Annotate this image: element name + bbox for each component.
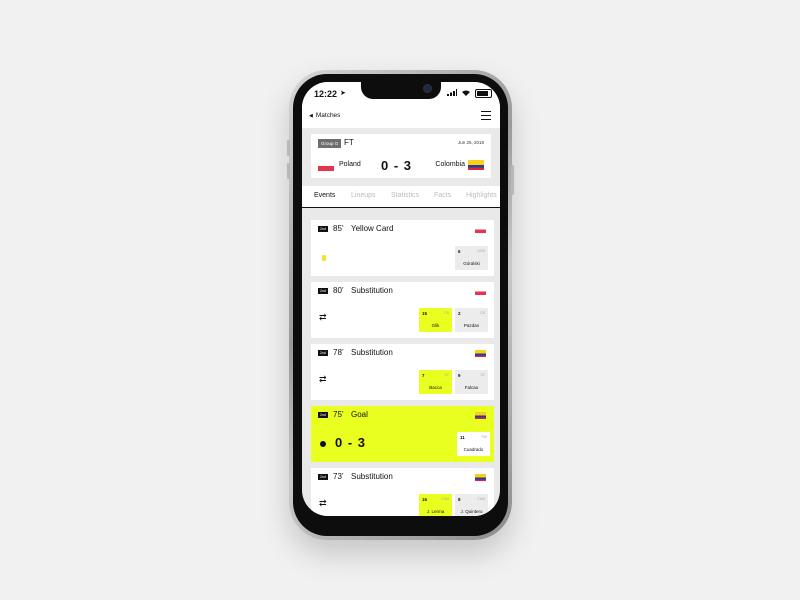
status-icons [447,89,492,98]
player-number: 11 [460,435,465,440]
player-number: 16 [422,497,428,502]
signal-icon [447,89,458,98]
home-team-name: Poland [339,161,361,168]
player-name: Falcao [464,385,479,390]
player-card-out[interactable]: 7 ST Bacca [419,370,452,394]
player-card[interactable]: 6 CDM Góralski [455,246,488,270]
match-header-card: Group G FT Jun 25, 2018 Poland 0 - 3 Col… [311,134,491,178]
player-position: CB [444,311,449,315]
away-team-name: Colombia [435,161,465,168]
half-badge: 2nd [318,350,328,356]
player-name: J. Quintero [460,509,483,514]
player-card-in[interactable]: 9 ST Falcao [455,370,488,394]
chevron-left-icon: ◀ [309,112,313,119]
volume-button [287,140,290,156]
event-type: Substitution [351,286,393,295]
colombia-flag-icon [468,160,484,170]
player-position: CAM [477,497,485,501]
half-badge: 2nd [318,412,328,418]
volume-button [287,163,290,179]
hamburger-menu-icon[interactable] [481,111,491,120]
player-card-in[interactable]: 8 CAM J. Quintero [455,494,488,516]
group-badge: Group G [318,139,342,148]
event-card-substitution[interactable]: 2nd 78’ Substitution ⇄ 7 ST Bacca 9 ST F… [311,344,494,400]
wifi-icon [461,89,471,98]
event-card-substitution[interactable]: 2nd 73’ Substitution ⇄ 16 CDM J. Lerma 8… [311,468,494,516]
player-name: Pazdan [463,323,480,328]
player-name: J. Lerma [426,509,445,514]
event-type: Substitution [351,348,393,357]
tab-bar: Events Lineups Statistics Facts Highligh… [302,186,500,208]
player-number: 9 [458,373,461,378]
substitution-icon: ⇄ [319,312,327,322]
event-minute: 85’ [333,224,344,233]
player-position: CB [480,311,485,315]
player-number: 8 [458,497,461,502]
player-number: 7 [422,373,425,378]
tab-events[interactable]: Events [314,192,335,199]
player-number: 6 [458,249,461,254]
event-card-goal[interactable]: 2nd 75’ Goal 0 - 3 11 RM Cuadrado [311,406,494,462]
battery-icon [475,89,492,98]
match-status: FT [344,138,354,147]
player-card[interactable]: 11 RM Cuadrado [457,432,490,456]
player-position: ST [480,373,485,377]
event-type: Yellow Card [351,224,394,233]
half-badge: 2nd [318,226,328,232]
power-button [511,165,514,195]
half-badge: 2nd [318,474,328,480]
tab-lineups[interactable]: Lineups [351,192,376,199]
event-minute: 75’ [333,410,344,419]
back-label: Matches [315,112,341,119]
event-minute: 73’ [333,472,344,481]
event-minute: 78’ [333,348,344,357]
match-score: 0 - 3 [381,158,413,173]
location-arrow-icon: ➤ [340,90,346,97]
colombia-flag-icon [475,412,486,419]
event-card-substitution[interactable]: 2nd 80’ Substitution ⇄ 15 CB Glik 2 CB P… [311,282,494,338]
player-number: 2 [458,311,461,316]
player-card-out[interactable]: 16 CDM J. Lerma [419,494,452,516]
goal-score: 0 - 3 [335,435,367,450]
colombia-flag-icon [475,350,486,357]
camera-icon [423,84,432,93]
player-name: Bacca [429,385,442,390]
player-number: 15 [422,311,428,316]
tab-statistics[interactable]: Statistics [391,192,419,199]
player-name: Glik [431,323,440,328]
tab-facts[interactable]: Facts [434,192,451,199]
colombia-flag-icon [475,474,486,481]
tab-highlights[interactable]: Highlights [466,192,497,199]
clock: 12:22 [314,89,338,99]
event-type: Substitution [351,472,393,481]
poland-flag-icon [475,226,486,233]
player-position: CDM [441,497,449,501]
event-minute: 80’ [333,286,344,295]
substitution-icon: ⇄ [319,374,327,384]
substitution-icon: ⇄ [319,498,327,508]
event-card-yellow-card[interactable]: 2nd 85’ Yellow Card 6 CDM Góralski [311,220,494,276]
player-position: ST [444,373,449,377]
player-card-in[interactable]: 2 CB Pazdan [455,308,488,332]
player-name: Cuadrado [463,447,484,452]
events-list: 2nd 85’ Yellow Card 6 CDM Góralski 2nd 8… [302,208,500,516]
goal-dot-icon [320,441,326,447]
yellow-card-icon [322,255,326,261]
poland-flag-icon [318,161,334,171]
player-position: CDM [477,249,485,253]
player-position: RM [481,435,487,439]
match-date: Jun 25, 2018 [457,140,484,145]
poland-flag-icon [475,288,486,295]
event-type: Goal [351,410,368,419]
player-name: Góralski [463,261,480,266]
half-badge: 2nd [318,288,328,294]
player-card-out[interactable]: 15 CB Glik [419,308,452,332]
back-button[interactable]: ◀ Matches [309,112,340,119]
nav-bar: ◀ Matches [302,106,500,128]
app-screen: 12:22 ➤ ◀ Matches Group G FT Jun 25, 201… [302,82,500,516]
